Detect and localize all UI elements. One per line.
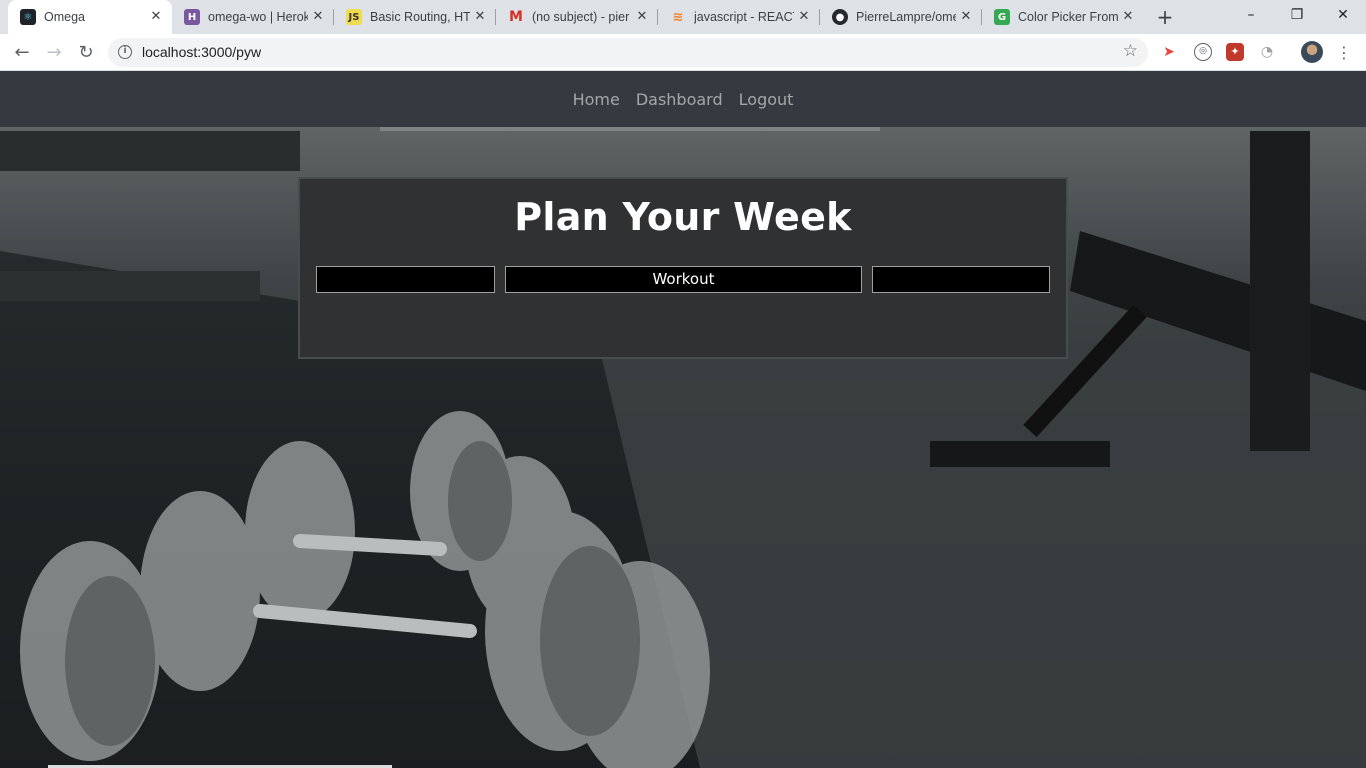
extension-red-icon[interactable]: ✦ xyxy=(1226,43,1244,61)
nav-link-logout[interactable]: Logout xyxy=(739,90,794,109)
heroku-icon: H xyxy=(184,9,200,25)
nav-link-home[interactable]: Home xyxy=(573,90,620,109)
js-icon: JS xyxy=(346,9,362,25)
extension-arrow-icon[interactable]: ➤ xyxy=(1160,43,1178,61)
close-icon[interactable]: ✕ xyxy=(472,9,488,25)
react-icon: ⚛ xyxy=(20,9,36,25)
site-navbar: Home Dashboard Logout xyxy=(0,71,1366,127)
stackoverflow-icon: ≋ xyxy=(672,9,684,25)
forward-arrow-icon[interactable]: → xyxy=(42,41,66,65)
window-close-button[interactable]: ✕ xyxy=(1320,0,1366,30)
reload-icon[interactable]: ↻ xyxy=(74,41,98,65)
page-title: Plan Your Week xyxy=(514,195,852,239)
color-picker-icon: G xyxy=(994,9,1010,25)
close-icon[interactable]: ✕ xyxy=(148,9,164,25)
back-arrow-icon[interactable]: ← xyxy=(10,41,34,65)
tab-color-picker[interactable]: G Color Picker From ✕ xyxy=(982,0,1144,34)
url-text: localhost:3000/pyw xyxy=(142,44,262,60)
close-icon[interactable]: ✕ xyxy=(1120,9,1136,25)
page-viewport: Home Dashboard Logout Plan Your Week Wor… xyxy=(0,71,1366,768)
week-column-left[interactable] xyxy=(316,266,495,293)
close-icon[interactable]: ✕ xyxy=(796,9,812,25)
tab-omega[interactable]: ⚛ Omega ✕ xyxy=(8,0,172,34)
gmail-icon: M xyxy=(509,9,523,25)
address-bar[interactable]: i localhost:3000/pyw ☆ xyxy=(108,38,1148,67)
nav-link-dashboard[interactable]: Dashboard xyxy=(636,90,723,109)
profile-avatar[interactable] xyxy=(1301,41,1323,63)
close-icon[interactable]: ✕ xyxy=(958,9,974,25)
tab-strip: ⚛ Omega ✕ H omega-wo | Herok ✕ JS Basic … xyxy=(0,0,1366,34)
tab-title: javascript - REACT xyxy=(694,10,794,24)
tab-title: Basic Routing, HTT xyxy=(370,10,470,24)
browser-toolbar: ← → ↻ i localhost:3000/pyw ☆ ➤ ◎ ✦ ◔ ⋮ xyxy=(0,34,1366,71)
tab-title: Color Picker From xyxy=(1018,10,1118,24)
week-column-right[interactable] xyxy=(872,266,1050,293)
tab-github[interactable]: ● PierreLampre/ome ✕ xyxy=(820,0,982,34)
close-icon[interactable]: ✕ xyxy=(310,9,326,25)
minimize-button[interactable]: – xyxy=(1228,0,1274,30)
extension-timer-icon[interactable]: ◔ xyxy=(1258,43,1276,61)
week-column-workout[interactable]: Workout xyxy=(505,266,862,293)
tab-heroku[interactable]: H omega-wo | Herok ✕ xyxy=(172,0,334,34)
github-icon: ● xyxy=(832,9,848,25)
new-tab-button[interactable]: + xyxy=(1154,6,1176,28)
plan-week-panel: Plan Your Week Workout xyxy=(298,177,1068,359)
info-icon[interactable]: i xyxy=(118,45,132,59)
extension-circle-icon[interactable]: ◎ xyxy=(1194,43,1212,61)
bookmark-star-icon[interactable]: ☆ xyxy=(1123,41,1138,61)
tab-basic-routing[interactable]: JS Basic Routing, HTT ✕ xyxy=(334,0,496,34)
close-icon[interactable]: ✕ xyxy=(634,9,650,25)
gym-background-image xyxy=(0,71,1366,768)
restore-button[interactable]: ❐ xyxy=(1274,0,1320,30)
tab-title: omega-wo | Herok xyxy=(208,10,308,24)
tab-stackoverflow[interactable]: ≋ javascript - REACT ✕ xyxy=(658,0,820,34)
tab-title: Omega xyxy=(44,10,85,24)
tab-title: PierreLampre/ome xyxy=(856,10,956,24)
tab-title: (no subject) - pier xyxy=(532,10,630,24)
menu-dots-icon[interactable]: ⋮ xyxy=(1332,41,1356,65)
tab-gmail[interactable]: M (no subject) - pier ✕ xyxy=(496,0,658,34)
